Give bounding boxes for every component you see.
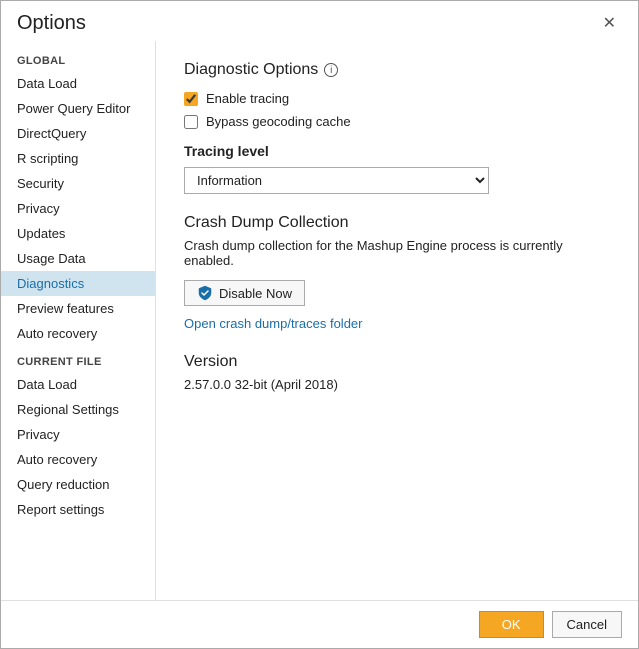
enable-tracing-label: Enable tracing <box>206 91 289 106</box>
sidebar: GLOBAL Data Load Power Query Editor Dire… <box>1 41 156 600</box>
global-section-label: GLOBAL <box>1 45 155 71</box>
dialog-body: GLOBAL Data Load Power Query Editor Dire… <box>1 41 638 600</box>
sidebar-item-usage-data[interactable]: Usage Data <box>1 246 155 271</box>
cancel-button[interactable]: Cancel <box>552 611 622 638</box>
sidebar-item-r-scripting[interactable]: R scripting <box>1 146 155 171</box>
shield-icon <box>197 285 213 301</box>
sidebar-item-cf-data-load[interactable]: Data Load <box>1 372 155 397</box>
sidebar-item-security[interactable]: Security <box>1 171 155 196</box>
options-dialog: Options ✕ GLOBAL Data Load Power Query E… <box>0 0 639 649</box>
sidebar-item-preview-features[interactable]: Preview features <box>1 296 155 321</box>
sidebar-item-updates[interactable]: Updates <box>1 221 155 246</box>
version-text: 2.57.0.0 32-bit (April 2018) <box>184 377 610 392</box>
version-title: Version <box>184 353 610 371</box>
enable-tracing-checkbox[interactable] <box>184 92 198 106</box>
bypass-geocoding-label: Bypass geocoding cache <box>206 114 351 129</box>
disable-now-button[interactable]: Disable Now <box>184 280 305 306</box>
diagnostic-title: Diagnostic Options i <box>184 61 610 79</box>
open-crash-dump-link[interactable]: Open crash dump/traces folder <box>184 316 362 331</box>
sidebar-item-cf-query-reduction[interactable]: Query reduction <box>1 472 155 497</box>
sidebar-item-power-query-editor[interactable]: Power Query Editor <box>1 96 155 121</box>
sidebar-item-data-load[interactable]: Data Load <box>1 71 155 96</box>
open-folder-row: Open crash dump/traces folder <box>184 316 610 331</box>
info-icon: i <box>324 63 338 77</box>
sidebar-item-cf-report-settings[interactable]: Report settings <box>1 497 155 522</box>
current-file-section-label: CURRENT FILE <box>1 346 155 372</box>
titlebar: Options ✕ <box>1 1 638 41</box>
tracing-level-select[interactable]: Information Verbose Warning Error <box>184 167 489 194</box>
tracing-level-label: Tracing level <box>184 143 610 159</box>
dialog-footer: OK Cancel <box>1 600 638 648</box>
sidebar-item-privacy[interactable]: Privacy <box>1 196 155 221</box>
main-content: Diagnostic Options i Enable tracing Bypa… <box>156 41 638 600</box>
tracing-level-row: Information Verbose Warning Error <box>184 167 610 194</box>
close-button[interactable]: ✕ <box>597 11 622 35</box>
crash-dump-title: Crash Dump Collection <box>184 214 610 232</box>
enable-tracing-row: Enable tracing <box>184 91 610 106</box>
sidebar-item-cf-privacy[interactable]: Privacy <box>1 422 155 447</box>
bypass-geocoding-checkbox[interactable] <box>184 115 198 129</box>
crash-dump-desc: Crash dump collection for the Mashup Eng… <box>184 238 610 268</box>
bypass-geocoding-row: Bypass geocoding cache <box>184 114 610 129</box>
sidebar-item-auto-recovery-global[interactable]: Auto recovery <box>1 321 155 346</box>
dialog-title: Options <box>17 12 86 35</box>
sidebar-item-diagnostics[interactable]: Diagnostics <box>1 271 155 296</box>
sidebar-item-direct-query[interactable]: DirectQuery <box>1 121 155 146</box>
sidebar-item-cf-regional-settings[interactable]: Regional Settings <box>1 397 155 422</box>
ok-button[interactable]: OK <box>479 611 544 638</box>
sidebar-item-cf-auto-recovery[interactable]: Auto recovery <box>1 447 155 472</box>
